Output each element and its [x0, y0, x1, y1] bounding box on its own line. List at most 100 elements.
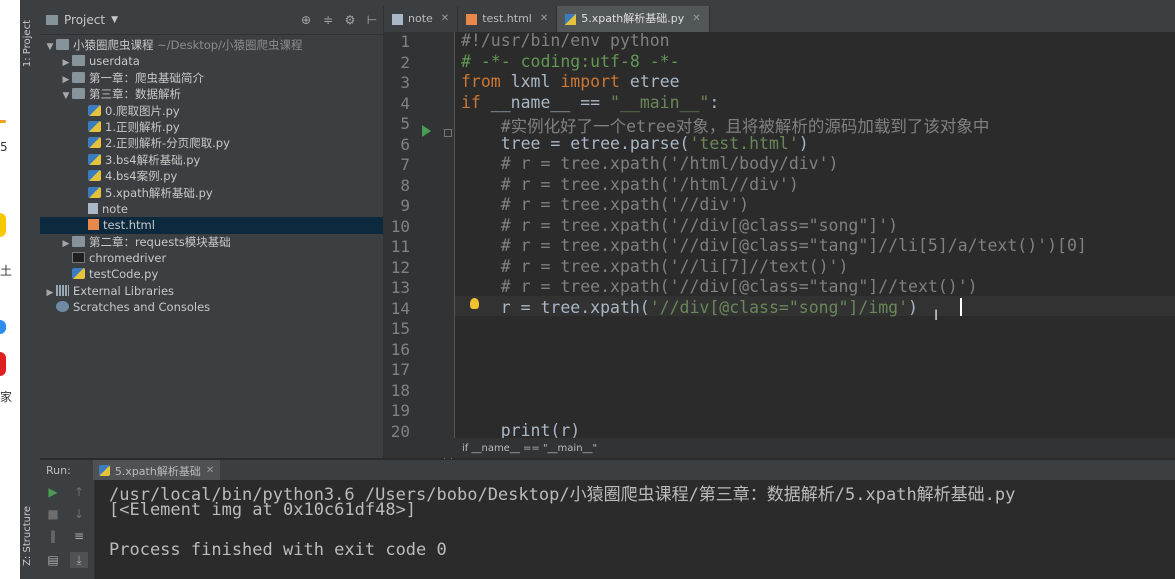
- project-stripe-button[interactable]: 1: Project: [22, 20, 33, 67]
- tree-item[interactable]: ▼ 第三章：数据解析: [40, 86, 383, 102]
- code-line[interactable]: # r = tree.xpath('//div'): [461, 195, 749, 214]
- fold-icon[interactable]: [444, 129, 452, 137]
- editor-tabs: note ✕ test.html ✕ 5.xpath解析基础.py ✕: [384, 6, 1175, 33]
- red-icon: [0, 352, 6, 376]
- line-number: 6: [400, 134, 410, 154]
- close-icon[interactable]: ✕: [540, 6, 548, 32]
- close-icon[interactable]: ✕: [692, 6, 700, 32]
- scratch-icon: [56, 301, 69, 313]
- folder-icon: [72, 235, 85, 247]
- dump-threads-icon[interactable]: ▤: [44, 552, 62, 568]
- code-line[interactable]: tree = etree.parse('test.html'): [461, 134, 809, 153]
- rerun-icon[interactable]: ▶: [44, 484, 62, 500]
- py-icon: [88, 137, 101, 149]
- tree-item[interactable]: ▶ userdata: [40, 53, 383, 69]
- tree-item[interactable]: ▼ 小猿圈爬虫课程 ~/Desktop/小猿圈爬虫课程: [40, 37, 383, 53]
- pause-icon[interactable]: ‖: [44, 528, 62, 544]
- code-line[interactable]: from lxml import etree: [461, 72, 680, 91]
- editor-tab[interactable]: note ✕: [384, 6, 459, 32]
- run-tab-label: 5.xpath解析基础: [114, 464, 201, 478]
- tree-item[interactable]: test.html: [40, 217, 383, 234]
- code-line[interactable]: # r = tree.xpath('//li[7]//text()'): [461, 257, 849, 276]
- soft-wrap-icon[interactable]: ≡: [70, 528, 88, 544]
- file-icon: [392, 13, 403, 25]
- code-line[interactable]: # r = tree.xpath('//div[@class="tang"]//…: [461, 236, 1087, 255]
- code-line[interactable]: r = tree.xpath('//div[@class="song"]/img…: [461, 298, 918, 317]
- line-number: 8: [400, 175, 410, 195]
- py-icon: [88, 104, 101, 116]
- tree-item-label: 第三章：数据解析: [89, 87, 181, 102]
- python-file-icon: [98, 465, 110, 476]
- run-arrow-icon[interactable]: [422, 125, 431, 137]
- editor-tab[interactable]: 5.xpath解析基础.py ✕: [557, 6, 710, 32]
- folder-icon: [72, 88, 85, 100]
- edge-label-3: 家: [0, 390, 13, 404]
- code-line[interactable]: if __name__ == "__main__":: [461, 93, 719, 112]
- code-line[interactable]: # r = tree.xpath('/html//div'): [461, 175, 799, 194]
- orange-mark: [0, 120, 6, 123]
- tree-item-label: 1.正则解析.py: [105, 119, 180, 134]
- lightbulb-icon[interactable]: [470, 298, 479, 309]
- line-number: 9: [400, 196, 410, 215]
- project-view-selector[interactable]: Project: [64, 13, 105, 27]
- close-icon[interactable]: ✕: [441, 6, 449, 32]
- line-number: 4: [400, 93, 410, 113]
- run-console[interactable]: /usr/local/bin/python3.6 /Users/bobo/Des…: [95, 480, 1175, 579]
- breadcrumb[interactable]: if __name__ == "__main__": [384, 438, 1175, 458]
- hide-icon[interactable]: ⊢: [361, 13, 383, 27]
- console-line: Process finished with exit code 0: [109, 540, 447, 560]
- code-line[interactable]: # r = tree.xpath('//div[@class="song"]'): [461, 216, 898, 235]
- tree-item[interactable]: 4.bs4案例.py: [40, 168, 383, 184]
- collapse-icon[interactable]: ≑: [317, 13, 339, 27]
- up-arrow-icon[interactable]: ↑: [70, 484, 88, 500]
- line-number: 3: [400, 73, 410, 92]
- tree-item-label: chromedriver: [89, 251, 167, 266]
- edge-label-2: 土: [0, 264, 13, 278]
- code-line[interactable]: # r = tree.xpath('//div[@class="tang"]//…: [461, 277, 978, 296]
- project-folder-icon: [46, 15, 58, 25]
- code-editor[interactable]: #!/usr/bin/env python # -*- coding:utf-8 …: [455, 32, 1175, 438]
- chevron-down-icon[interactable]: ▼: [111, 15, 118, 25]
- tree-item[interactable]: 3.bs4解析基础.py: [40, 152, 383, 168]
- structure-stripe-button[interactable]: Z: Structure: [22, 506, 33, 566]
- py-icon: [88, 120, 101, 132]
- run-toolbar: ▶ ↑ ■ ↓ ‖ ≡ ▤ ⤓: [40, 480, 95, 579]
- tree-item[interactable]: ▶ 第一章：爬虫基础简介: [40, 70, 383, 86]
- tree-item[interactable]: ▶ External Libraries: [40, 283, 383, 299]
- code-line[interactable]: # -*- coding:utf-8 -*-: [461, 52, 680, 71]
- gear-icon[interactable]: ⚙: [339, 13, 361, 27]
- tree-item[interactable]: Scratches and Consoles: [40, 299, 383, 315]
- line-number: 14: [390, 298, 410, 318]
- tree-item[interactable]: 1.正则解析.py: [40, 119, 383, 135]
- tree-item-label: 小猿圈爬虫课程: [73, 38, 154, 52]
- tree-item[interactable]: note: [40, 201, 383, 217]
- tree-item-label: 0.爬取图片.py: [105, 103, 180, 118]
- py-icon: [565, 13, 577, 25]
- line-number: 15: [390, 319, 410, 338]
- tree-item[interactable]: 5.xpath解析基础.py: [40, 185, 383, 201]
- editor-tab-label: note: [408, 12, 433, 25]
- yellow-icon: [0, 213, 6, 237]
- tree-item[interactable]: ▶ 第二章：requests模块基础: [40, 234, 383, 250]
- tree-item[interactable]: 2.正则解析-分页爬取.py: [40, 135, 383, 151]
- code-line[interactable]: #!/usr/bin/env python: [461, 32, 670, 50]
- run-tab[interactable]: 5.xpath解析基础 ✕: [92, 460, 221, 481]
- tree-item-label: userdata: [89, 54, 140, 69]
- tree-item-label: External Libraries: [73, 283, 175, 298]
- editor-tab-label: 5.xpath解析基础.py: [581, 12, 685, 25]
- editor-tab[interactable]: test.html ✕: [458, 6, 558, 32]
- code-line[interactable]: # r = tree.xpath('/html/body/div'): [461, 154, 839, 173]
- code-line[interactable]: print(r): [461, 421, 580, 439]
- tree-item-label: 5.xpath解析基础.py: [105, 185, 213, 200]
- tree-item[interactable]: 0.爬取图片.py: [40, 103, 383, 119]
- tree-item[interactable]: chromedriver: [40, 250, 383, 266]
- locate-icon[interactable]: ⊕: [295, 13, 317, 27]
- line-number: 13: [390, 278, 410, 297]
- tree-item[interactable]: testCode.py: [40, 266, 383, 282]
- scroll-to-end-icon[interactable]: ⤓: [70, 552, 88, 568]
- down-arrow-icon[interactable]: ↓: [70, 506, 88, 522]
- close-icon[interactable]: ✕: [206, 465, 214, 476]
- tree-item-label: 2.正则解析-分页爬取.py: [105, 136, 230, 151]
- tree-item-path: ~/Desktop/小猿圈爬虫课程: [153, 38, 303, 52]
- stop-icon[interactable]: ■: [44, 506, 62, 522]
